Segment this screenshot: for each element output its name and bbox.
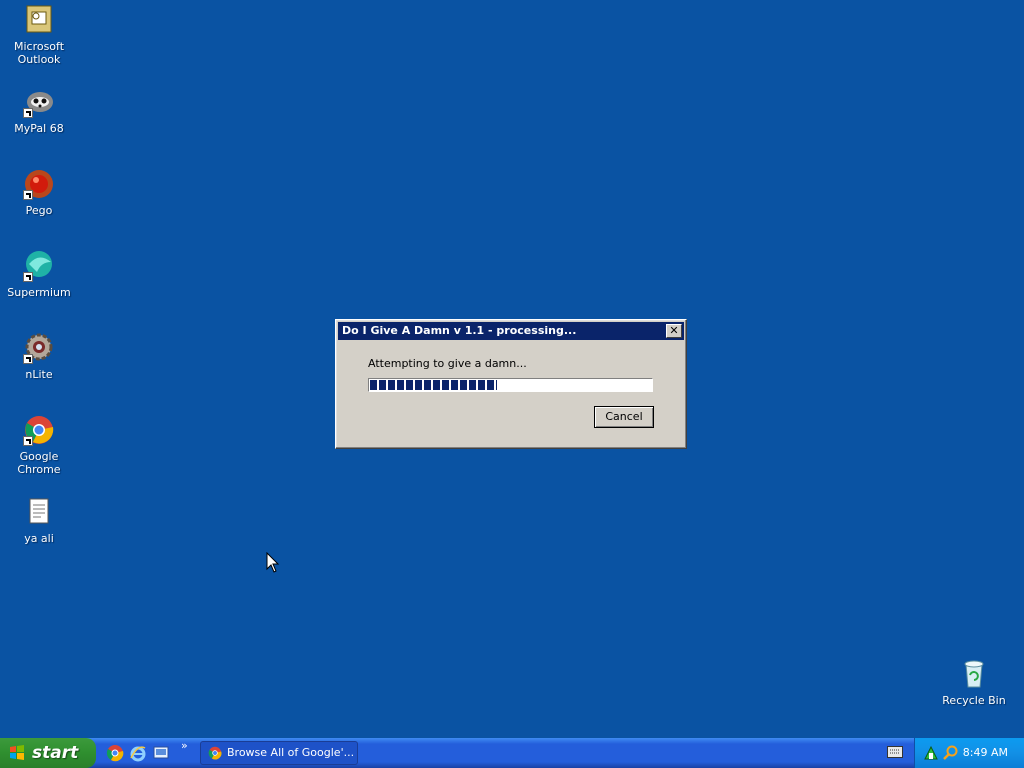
chrome-icon[interactable]: [106, 744, 124, 762]
cancel-button[interactable]: Cancel: [594, 406, 654, 428]
start-label: start: [32, 743, 79, 763]
quick-launch-more-button[interactable]: »: [181, 739, 188, 752]
recycle-bin-icon: [958, 658, 990, 690]
desktop-icon-label: nLite: [25, 368, 53, 381]
keyboard-icon[interactable]: [887, 746, 903, 758]
desktop-icon-label: Supermium: [7, 286, 71, 299]
processing-dialog: Do I Give A Damn v 1.1 - processing... ✕…: [335, 319, 687, 449]
desktop-icon-supermium[interactable]: Supermium: [0, 250, 79, 299]
chrome-icon: [23, 414, 55, 446]
desktop-icon-nlite[interactable]: nLite: [0, 332, 79, 381]
system-tray: 8:49 AM: [914, 738, 1024, 768]
desktop-icon-recycle-bin[interactable]: Recycle Bin: [934, 658, 1014, 707]
show-desktop-icon[interactable]: [152, 744, 170, 762]
mypal-icon: [23, 86, 55, 118]
dialog-titlebar[interactable]: Do I Give A Damn v 1.1 - processing... ✕: [338, 322, 684, 340]
shortcut-arrow-icon: [23, 190, 33, 200]
desktop-icon-pego[interactable]: Pego: [0, 168, 79, 217]
chrome-icon: [208, 746, 222, 760]
quick-launch-toolbar: [106, 744, 170, 762]
taskbar-window-button[interactable]: Browse All of Google'...: [200, 741, 358, 765]
supermium-icon: [23, 250, 55, 282]
start-button[interactable]: start: [0, 738, 96, 768]
desktop-icon-ya-ali[interactable]: ya ali: [0, 496, 79, 545]
shortcut-arrow-icon: [23, 354, 33, 364]
close-icon: ✕: [669, 324, 679, 337]
network-icon[interactable]: [923, 745, 939, 761]
dialog-title: Do I Give A Damn v 1.1 - processing...: [342, 324, 577, 337]
desktop-icon-label: Pego: [25, 204, 53, 217]
text-document-icon: [23, 496, 55, 528]
windows-logo-icon: [10, 745, 24, 760]
desktop-icon-microsoft-outlook[interactable]: Microsoft Outlook: [0, 4, 79, 66]
dialog-message: Attempting to give a damn...: [368, 357, 527, 370]
progress-bar: [368, 378, 653, 392]
clock[interactable]: 8:49 AM: [963, 738, 1008, 768]
pego-icon: [23, 168, 55, 200]
shortcut-arrow-icon: [23, 436, 33, 446]
taskbar-window-label: Browse All of Google'...: [227, 746, 355, 759]
taskbar: start » Browse All of Google'... 8:49 AM: [0, 738, 1024, 768]
desktop-icon-mypal[interactable]: MyPal 68: [0, 86, 79, 135]
internet-explorer-icon[interactable]: [129, 744, 147, 762]
desktop-icon-label: Recycle Bin: [942, 694, 1006, 707]
desktop-icon-label: Microsoft Outlook: [13, 40, 65, 66]
shortcut-arrow-icon: [23, 272, 33, 282]
desktop-icon-label: ya ali: [24, 532, 54, 545]
search-icon[interactable]: [943, 745, 959, 761]
desktop-icon-label: MyPal 68: [14, 122, 64, 135]
progress-bar-fill: [370, 380, 498, 390]
mouse-cursor-icon: [266, 552, 280, 573]
desktop-icon-google-chrome[interactable]: Google Chrome: [0, 414, 79, 476]
desktop-icon-label: Google Chrome: [17, 450, 61, 476]
shortcut-arrow-icon: [23, 108, 33, 118]
nlite-icon: [23, 332, 55, 364]
outlook-icon: [23, 4, 55, 36]
close-button[interactable]: ✕: [666, 324, 682, 338]
